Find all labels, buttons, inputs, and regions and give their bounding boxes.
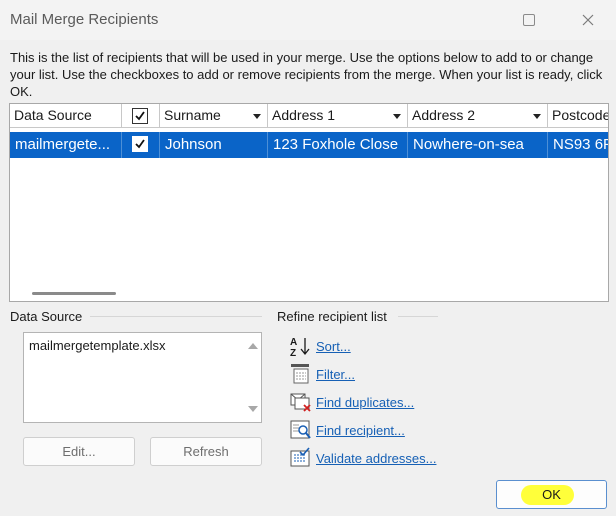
- validate-addresses-link-label[interactable]: Validate addresses...: [316, 451, 436, 466]
- title-bar: Mail Merge Recipients: [0, 0, 616, 40]
- find-duplicates-icon: [290, 391, 312, 413]
- table-row[interactable]: mailmergete... Johnson 123 Foxhole Close…: [10, 132, 608, 158]
- ok-button-label: OK: [542, 487, 561, 502]
- ok-button[interactable]: OK: [496, 480, 607, 509]
- intro-text: This is the list of recipients that will…: [10, 50, 603, 99]
- column-header-checkbox[interactable]: [122, 104, 160, 128]
- find-recipient-link[interactable]: Find recipient...: [290, 419, 405, 441]
- group-divider: [398, 316, 438, 317]
- list-item[interactable]: mailmergetemplate.xlsx: [29, 338, 166, 353]
- refresh-button[interactable]: Refresh: [150, 437, 262, 466]
- column-header-address2[interactable]: Address 2: [408, 104, 548, 128]
- cell-postcode: NS93 6FA: [548, 132, 608, 158]
- column-header-address1[interactable]: Address 1: [268, 104, 408, 128]
- check-icon: [135, 139, 145, 149]
- group-divider: [90, 316, 262, 317]
- refine-label: Refine recipient list: [277, 309, 387, 324]
- column-label: Data Source: [14, 107, 92, 123]
- edit-button[interactable]: Edit...: [23, 437, 135, 466]
- data-source-list[interactable]: mailmergetemplate.xlsx: [23, 332, 262, 423]
- cell-address2: Nowhere-on-sea: [408, 132, 548, 158]
- cell-checkbox: [122, 132, 160, 158]
- find-duplicates-link-label[interactable]: Find duplicates...: [316, 395, 414, 410]
- svg-text:A: A: [290, 337, 297, 348]
- dropdown-arrow-icon: [253, 114, 261, 119]
- maximize-button[interactable]: [501, 0, 557, 40]
- row-checkbox[interactable]: [132, 136, 148, 152]
- data-source-label: Data Source: [10, 309, 83, 324]
- horizontal-scrollbar-thumb[interactable]: [32, 292, 116, 295]
- filter-icon: [290, 363, 312, 385]
- close-button[interactable]: [560, 0, 616, 40]
- find-duplicates-link[interactable]: Find duplicates...: [290, 391, 414, 413]
- dropdown-arrow-icon: [533, 114, 541, 119]
- sort-link-label[interactable]: Sort...: [316, 339, 351, 354]
- svg-text:Z: Z: [290, 348, 296, 357]
- find-recipient-icon: [290, 419, 312, 441]
- filter-link[interactable]: Filter...: [290, 363, 355, 385]
- close-icon: [582, 14, 594, 26]
- sort-link[interactable]: A Z Sort...: [290, 335, 351, 359]
- column-label: Postcode: [552, 107, 609, 123]
- vertical-scrollbar[interactable]: [244, 333, 261, 422]
- scroll-down-icon[interactable]: [248, 406, 258, 412]
- cell-surname: Johnson: [160, 132, 268, 158]
- check-icon: [135, 111, 145, 121]
- column-label: Address 2: [412, 107, 476, 123]
- column-label: Surname: [164, 107, 221, 123]
- validate-addresses-link[interactable]: Validate addresses...: [290, 447, 436, 469]
- sort-az-icon: A Z: [290, 335, 312, 359]
- dropdown-arrow-icon: [393, 114, 401, 119]
- find-recipient-link-label[interactable]: Find recipient...: [316, 423, 405, 438]
- scroll-up-icon[interactable]: [248, 343, 258, 349]
- column-header-surname[interactable]: Surname: [160, 104, 268, 128]
- recipients-grid[interactable]: Data Source Surname Address 1 Address 2 …: [9, 103, 609, 302]
- cell-data-source: mailmergete...: [10, 132, 122, 158]
- maximize-icon: [523, 14, 535, 26]
- grid-header: Data Source Surname Address 1 Address 2 …: [10, 104, 609, 128]
- column-label: Address 1: [272, 107, 336, 123]
- select-all-checkbox[interactable]: [132, 108, 148, 124]
- cell-address1: 123 Foxhole Close: [268, 132, 408, 158]
- validate-addresses-icon: [290, 447, 312, 469]
- column-header-data-source[interactable]: Data Source: [10, 104, 122, 128]
- column-header-postcode[interactable]: Postcode: [548, 104, 609, 128]
- window-title: Mail Merge Recipients: [10, 11, 159, 28]
- filter-link-label[interactable]: Filter...: [316, 367, 355, 382]
